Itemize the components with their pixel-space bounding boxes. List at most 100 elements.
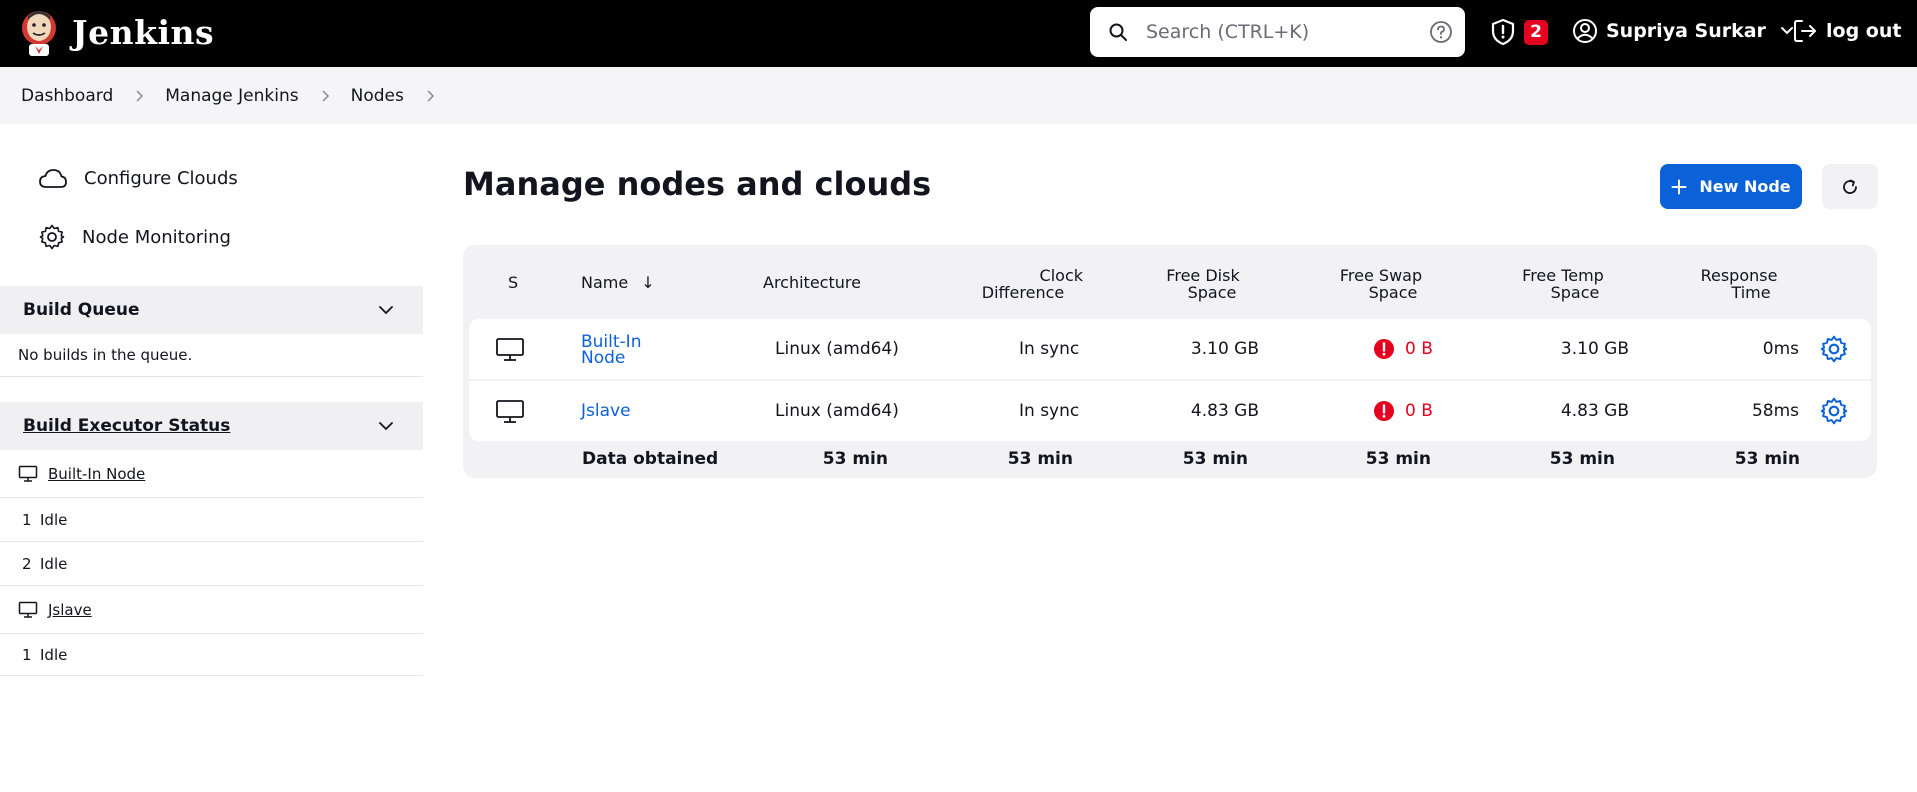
column-header-line: Response [1700,266,1778,285]
executor-number: 1 [22,645,32,664]
free-swap-value: 0 B [1373,400,1433,422]
table-row: Built-In Node Linux (amd64) In sync 3.10… [469,319,1871,379]
build-queue-empty: No builds in the queue. [0,334,423,377]
computer-icon [496,400,524,423]
column-header-line: Free Disk [1166,266,1240,285]
data-obtained-disk: 53 min [1182,449,1248,469]
user-menu[interactable]: Supriya Surkar [1572,18,1794,44]
user-name: Supriya Surkar [1606,20,1766,42]
plus-icon [1671,179,1687,194]
executor-row: 2 Idle [0,542,423,586]
free-swap-text: 0 B [1405,401,1433,421]
build-queue-title: Build Queue [23,300,140,320]
response-time-value: 0ms [1762,339,1799,359]
free-swap-value: 0 B [1373,338,1433,360]
column-header-line: Time [1731,283,1771,302]
gear-icon [39,224,65,250]
computer-icon [18,601,38,618]
sort-arrow-icon: ↓ [641,273,655,292]
executor-node-link[interactable]: Built-In Node [48,465,145,483]
column-header-line: Difference [981,283,1065,302]
nodes-table: S Name ↓ Architecture Clock Difference F… [463,245,1877,478]
column-header-line: Space [1550,283,1600,302]
executor-status-title[interactable]: Build Executor Status [23,416,230,436]
sidebar-item-configure-clouds[interactable]: Configure Clouds [38,167,238,189]
refresh-button[interactable] [1822,164,1878,209]
clock-value: In sync [1019,401,1080,421]
column-header-free-temp-space[interactable]: Free Temp Space [1503,267,1623,301]
column-header-response-time[interactable]: Response Time [1679,267,1799,301]
sidebar-item-label: Node Monitoring [82,226,231,248]
breadcrumb-nodes[interactable]: Nodes [351,86,404,106]
column-header-clock-difference[interactable]: Clock Difference [963,267,1083,301]
chevron-right-icon [322,89,329,102]
executor-node-link[interactable]: Jslave [48,601,92,619]
table-row: Jslave Linux (amd64) In sync 4.83 GB 0 B… [469,381,1871,441]
jenkins-butler-icon [22,11,56,56]
error-icon [1374,401,1394,421]
node-name-line: Node [581,348,626,368]
column-header-label: Name [581,273,629,292]
executor-state: Idle [40,645,68,664]
node-link-jslave[interactable]: Jslave [581,403,631,420]
free-swap-text: 0 B [1405,339,1433,359]
chevron-right-icon[interactable] [424,89,436,102]
column-header-status[interactable]: S [508,274,518,291]
gear-icon[interactable] [1819,396,1849,426]
column-header-name[interactable]: Name ↓ [581,274,655,291]
shield-icon [1491,18,1515,46]
user-icon [1573,19,1597,43]
executor-node-jslave: Jslave [0,586,423,634]
breadcrumb: Dashboard Manage Jenkins Nodes [0,67,1917,124]
executor-node-built-in: Built-In Node [0,450,423,498]
search-box[interactable] [1090,7,1465,57]
node-link-built-in[interactable]: Built-In Node [581,334,641,368]
security-count-badge: 2 [1524,19,1548,45]
gear-icon[interactable] [1819,334,1849,364]
executor-number: 1 [22,510,32,529]
chevron-down-icon[interactable] [376,416,396,436]
data-obtained-temp: 53 min [1549,449,1615,469]
column-header-architecture[interactable]: Architecture [763,274,861,291]
build-queue-header[interactable]: Build Queue [0,286,423,334]
column-header-free-swap-space[interactable]: Free Swap Space [1321,267,1441,301]
new-node-button[interactable]: New Node [1660,164,1802,209]
executor-number: 2 [22,554,32,573]
search-input[interactable] [1146,21,1426,43]
app-name: Jenkins [72,12,215,52]
chevron-down-icon[interactable] [376,300,396,320]
breadcrumb-dashboard[interactable]: Dashboard [21,86,113,106]
data-obtained-label: Data obtained [582,449,719,469]
sidebar-item-node-monitoring[interactable]: Node Monitoring [38,223,231,251]
free-disk-value: 4.83 GB [1190,401,1259,421]
page-title: Manage nodes and clouds [463,165,932,203]
refresh-icon [1843,179,1857,194]
column-header-line: Free Temp [1522,266,1604,285]
computer-icon [18,465,38,482]
logout-label: log out [1826,20,1902,42]
breadcrumb-manage-jenkins[interactable]: Manage Jenkins [165,86,298,106]
executor-row: 1 Idle [0,498,423,542]
top-header: Jenkins 2 Supriya Surkar [0,0,1917,67]
column-header-line: Space [1187,283,1237,302]
help-icon[interactable] [1429,20,1453,44]
column-header-free-disk-space[interactable]: Free Disk Space [1148,267,1258,301]
logout-icon [1794,20,1816,42]
clock-value: In sync [1019,339,1080,359]
jenkins-logo-link[interactable]: Jenkins [20,6,214,58]
column-header-line: Space [1368,283,1418,302]
column-header-line: Free Swap [1339,266,1423,285]
search-icon [1109,23,1127,41]
logout-link[interactable]: log out [1792,18,1901,44]
data-obtained-clock: 53 min [1007,449,1073,469]
free-disk-value: 3.10 GB [1190,339,1259,359]
sidebar-item-label: Configure Clouds [84,167,238,189]
architecture-value: Linux (amd64) [775,401,899,421]
column-header-line: Clock [1039,266,1083,285]
security-alerts[interactable]: 2 [1490,18,1548,46]
executor-state: Idle [40,554,68,573]
executor-status-header[interactable]: Build Executor Status [0,402,423,450]
free-temp-value: 3.10 GB [1560,339,1629,359]
architecture-value: Linux (amd64) [775,339,899,359]
executor-state: Idle [40,510,68,529]
